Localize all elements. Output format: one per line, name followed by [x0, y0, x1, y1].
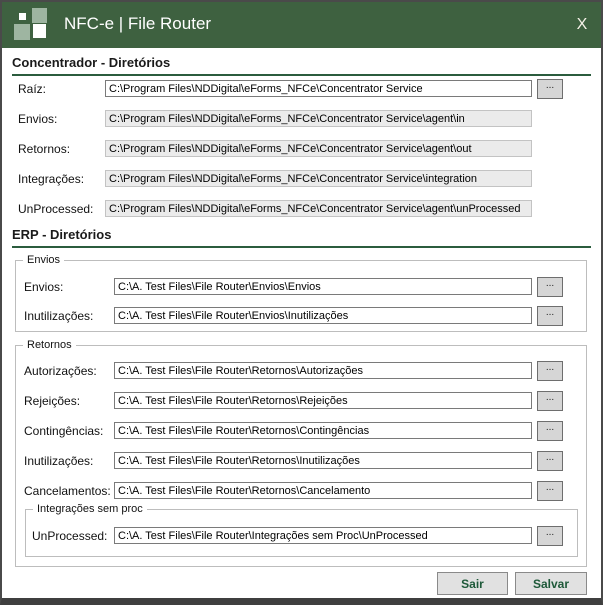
save-button[interactable]: Salvar [515, 572, 587, 595]
erp-unprocessed-path-input[interactable] [114, 527, 532, 544]
integracoes-label: Integrações: [18, 171, 84, 188]
rejeicoes-label: Rejeições: [24, 393, 80, 410]
logo-square-icon [32, 8, 47, 23]
groupbox-retornos-title: Retornos [23, 339, 76, 352]
contingencias-label: Contingências: [24, 423, 103, 440]
unprocessed-path-readonly [105, 200, 532, 217]
cancelamentos-label: Cancelamentos: [24, 483, 111, 500]
exit-button[interactable]: Sair [437, 572, 508, 595]
retornos-label: Retornos: [18, 141, 70, 158]
logo-square-icon [33, 24, 46, 38]
rejeicoes-path-input[interactable] [114, 392, 532, 409]
raiz-browse-button[interactable]: ... [537, 79, 563, 99]
erp-unprocessed-label: UnProcessed: [32, 528, 107, 545]
window-title: NFC-e | File Router [64, 0, 211, 48]
envios-label: Envios: [18, 111, 57, 128]
unprocessed-label: UnProcessed: [18, 201, 93, 218]
section-heading-concentrador: Concentrador - Diretórios [12, 55, 170, 70]
close-icon[interactable]: X [563, 0, 601, 48]
autorizacoes-browse-button[interactable]: ... [537, 361, 563, 381]
retornos-path-readonly [105, 140, 532, 157]
groupbox-integracoes-title: Integrações sem proc [33, 503, 147, 516]
erp-inutilizacoes-label: Inutilizações: [24, 308, 93, 325]
erp-inutilizacoes-browse-button[interactable]: ... [537, 306, 563, 326]
erp-unprocessed-browse-button[interactable]: ... [537, 526, 563, 546]
autorizacoes-label: Autorizações: [24, 363, 97, 380]
retornos-inutilizacoes-path-input[interactable] [114, 452, 532, 469]
section-divider [12, 246, 591, 248]
logo-square-icon [19, 13, 26, 20]
app-window: NFC-e | File Router X Concentrador - Dir… [0, 0, 603, 605]
erp-envios-label: Envios: [24, 279, 63, 296]
envios-path-readonly [105, 110, 532, 127]
cancelamentos-path-input[interactable] [114, 482, 532, 499]
contingencias-browse-button[interactable]: ... [537, 421, 563, 441]
titlebar: NFC-e | File Router X [0, 0, 603, 48]
erp-envios-browse-button[interactable]: ... [537, 277, 563, 297]
app-logo-icon [0, 0, 60, 48]
raiz-path-input[interactable] [105, 80, 532, 97]
erp-inutilizacoes-path-input[interactable] [114, 307, 532, 324]
erp-envios-path-input[interactable] [114, 278, 532, 295]
section-heading-erp: ERP - Diretórios [12, 227, 111, 242]
section-divider [12, 74, 591, 76]
rejeicoes-browse-button[interactable]: ... [537, 391, 563, 411]
retornos-inutilizacoes-browse-button[interactable]: ... [537, 451, 563, 471]
raiz-label: Raíz: [18, 81, 46, 98]
groupbox-envios-title: Envios [23, 254, 64, 267]
contingencias-path-input[interactable] [114, 422, 532, 439]
autorizacoes-path-input[interactable] [114, 362, 532, 379]
retornos-inutilizacoes-label: Inutilizações: [24, 453, 93, 470]
logo-square-icon [14, 24, 30, 40]
integracoes-path-readonly [105, 170, 532, 187]
cancelamentos-browse-button[interactable]: ... [537, 481, 563, 501]
